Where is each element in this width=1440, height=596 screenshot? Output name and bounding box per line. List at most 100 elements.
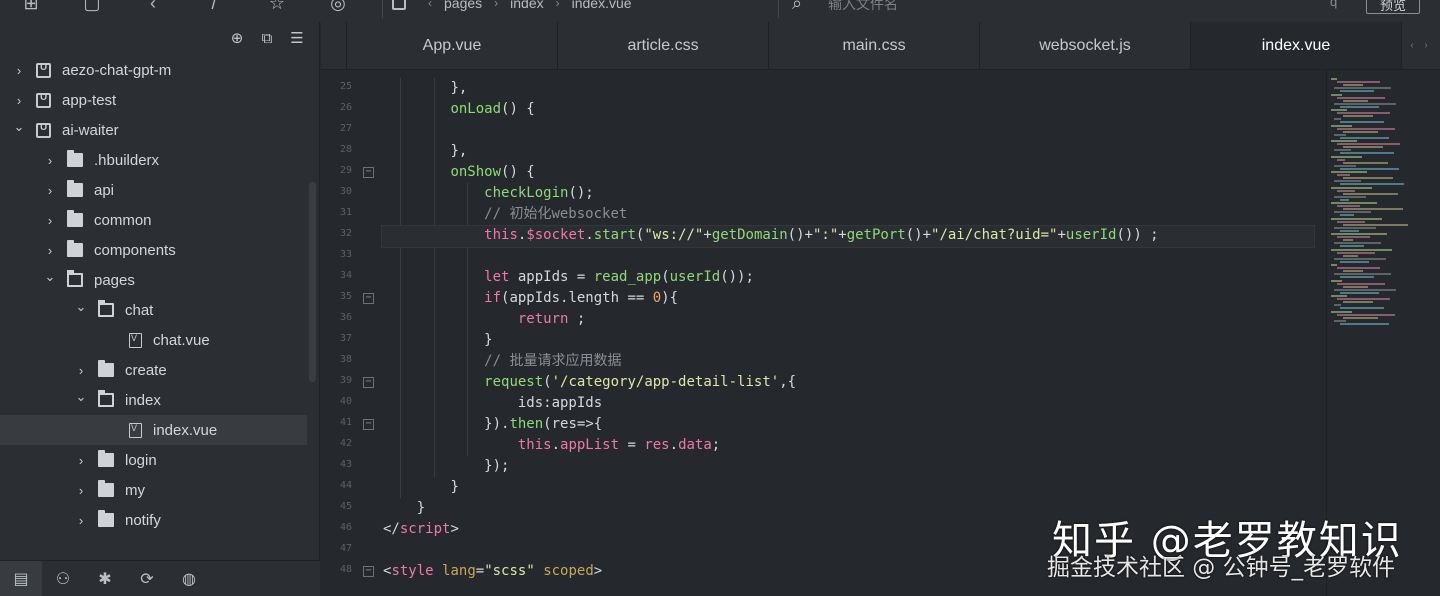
chevron-down-icon[interactable]: ⌄ (43, 269, 57, 284)
tab-websocket-js[interactable]: websocket.js (980, 22, 1191, 69)
fold-toggle-icon[interactable]: − (363, 377, 374, 388)
tab-scroll-icon[interactable]: ‹ › (1402, 22, 1440, 69)
chevron-down-icon[interactable]: ⌄ (74, 299, 88, 314)
run-icon[interactable]: ◎ (327, 0, 349, 14)
code-token: let (484, 269, 510, 285)
project-icon (36, 92, 51, 108)
chevron-right-icon[interactable]: › (43, 153, 57, 168)
breadcrumb-item[interactable]: index (510, 0, 543, 11)
file-search-input[interactable]: 输入文件名 (828, 0, 898, 14)
code-area[interactable]: }, onLoad() { }, onShow() { checkLogin()… (381, 78, 1321, 582)
breadcrumb-item[interactable]: index.vue (572, 0, 632, 11)
code-line[interactable]: }); (381, 456, 1321, 477)
chevron-right-icon[interactable]: › (74, 513, 88, 528)
code-token: . (585, 227, 594, 243)
code-line[interactable]: onLoad() { (381, 99, 1321, 120)
code-line[interactable]: onShow() { (381, 162, 1321, 183)
code-line[interactable]: ids:appIds (381, 393, 1321, 414)
window-icon[interactable]: ▢ (81, 0, 103, 14)
code-line[interactable]: // 批量请求应用数据 (381, 351, 1321, 372)
tab-main-css[interactable]: main.css (769, 22, 980, 69)
chevron-right-icon[interactable]: › (43, 243, 57, 258)
tree-item[interactable]: ⌄ ai-waiter (0, 115, 307, 145)
code-line[interactable]: }).then(res=>{ (381, 414, 1321, 435)
code-line[interactable]: this.$socket.start("ws://"+getDomain()+"… (381, 225, 1321, 248)
folder-icon (98, 360, 114, 377)
code-line[interactable] (381, 120, 1321, 141)
code-token: then (509, 416, 544, 432)
tree-item[interactable]: ›index.vue (0, 415, 307, 445)
minimap-line (1343, 208, 1403, 211)
sidebar-scrollbar[interactable] (309, 182, 316, 382)
minimap-line (1331, 186, 1372, 189)
project-manager-icon[interactable]: ▤ (0, 560, 42, 596)
tree-item[interactable]: ⌄ pages (0, 265, 307, 295)
minimap-line (1340, 322, 1389, 325)
minimap-line (1337, 251, 1375, 254)
minimap-line (1337, 298, 1390, 301)
tree-item[interactable]: › my (0, 475, 307, 505)
watermark-juejin: 掘金技术社区 @ 公钟号_老罗软件 (1047, 555, 1396, 581)
tree-item[interactable]: › .hbuilderx (0, 145, 307, 175)
code-line[interactable]: return ; (381, 309, 1321, 330)
tree-item[interactable]: ⌄ chat (0, 295, 307, 325)
target-icon[interactable]: ⊕ (227, 28, 247, 48)
fold-toggle-icon[interactable]: − (363, 167, 374, 178)
tree-item[interactable]: › common (0, 205, 307, 235)
file-search-icon[interactable]: ⌕ (786, 0, 808, 14)
tab-index-vue[interactable]: index.vue (1191, 22, 1402, 69)
code-line[interactable]: } (381, 330, 1321, 351)
vue-file-icon (129, 332, 142, 348)
code-line[interactable]: }, (381, 141, 1321, 162)
chevron-right-icon[interactable]: › (74, 483, 88, 498)
fold-toggle-icon[interactable]: − (363, 293, 374, 304)
tree-item[interactable]: › app-test (0, 85, 307, 115)
tab-article-css[interactable]: article.css (558, 22, 769, 69)
debug-icon[interactable]: ✱ (84, 561, 126, 596)
code-line[interactable]: }, (381, 78, 1321, 99)
tab-app-vue[interactable]: App.vue (347, 22, 558, 69)
new-file-icon[interactable]: ⊞ (20, 0, 42, 14)
tree-item[interactable]: › notify (0, 505, 307, 535)
gutter-row: 41− (321, 414, 381, 435)
tree-item[interactable]: › aezo-chat-gpt-m (0, 55, 307, 85)
plugin-icon[interactable]: ⚇ (42, 561, 84, 596)
back-icon[interactable]: ‹ (142, 0, 164, 14)
chevron-right-icon[interactable]: › (12, 63, 26, 78)
chevron-right-icon[interactable]: › (74, 363, 88, 378)
code-line[interactable]: // 初始化websocket (381, 204, 1321, 225)
code-line[interactable]: request('/category/app-detail-list',{ (381, 372, 1321, 393)
chevron-right-icon[interactable]: › (43, 213, 57, 228)
code-token: getPort (846, 227, 906, 243)
minimap-line (1340, 183, 1404, 186)
code-line[interactable]: checkLogin(); (381, 183, 1321, 204)
collapse-icon[interactable]: ⧉ (257, 28, 277, 48)
tree-item[interactable]: › components (0, 235, 307, 265)
chevron-down-icon[interactable]: ⌄ (12, 119, 26, 134)
tree-item[interactable]: › api (0, 175, 307, 205)
tree-item[interactable]: › create (0, 355, 307, 385)
tree-item[interactable]: › login (0, 445, 307, 475)
chevron-right-icon[interactable]: › (12, 93, 26, 108)
tree-item[interactable]: ›chat.vue (0, 325, 307, 355)
breadcrumb-item[interactable]: pages (444, 0, 482, 11)
menu-icon[interactable]: ☰ (287, 28, 307, 48)
code-line[interactable]: let appIds = read_app(userId()); (381, 267, 1321, 288)
chevron-right-icon[interactable]: › (43, 183, 57, 198)
code-line[interactable]: } (381, 477, 1321, 498)
minimap-line (1337, 189, 1355, 192)
preview-button[interactable]: 预览 (1366, 0, 1420, 14)
code-line[interactable]: if(appIds.length == 0){ (381, 288, 1321, 309)
git-icon[interactable]: ⟳ (126, 561, 168, 596)
fold-toggle-icon[interactable]: − (363, 419, 374, 430)
chevron-right-icon[interactable]: › (74, 453, 88, 468)
chevron-down-icon[interactable]: ⌄ (74, 389, 88, 404)
star-icon[interactable]: ☆ (266, 0, 288, 14)
forward-icon[interactable]: / (203, 0, 225, 14)
minimap-line (1331, 217, 1382, 220)
tree-item[interactable]: ⌄ index (0, 385, 307, 415)
code-line[interactable]: this.appList = res.data; (381, 435, 1321, 456)
fold-toggle-icon[interactable]: − (363, 566, 374, 577)
code-line[interactable] (381, 246, 1321, 267)
browser-icon[interactable]: ◍ (168, 561, 210, 596)
